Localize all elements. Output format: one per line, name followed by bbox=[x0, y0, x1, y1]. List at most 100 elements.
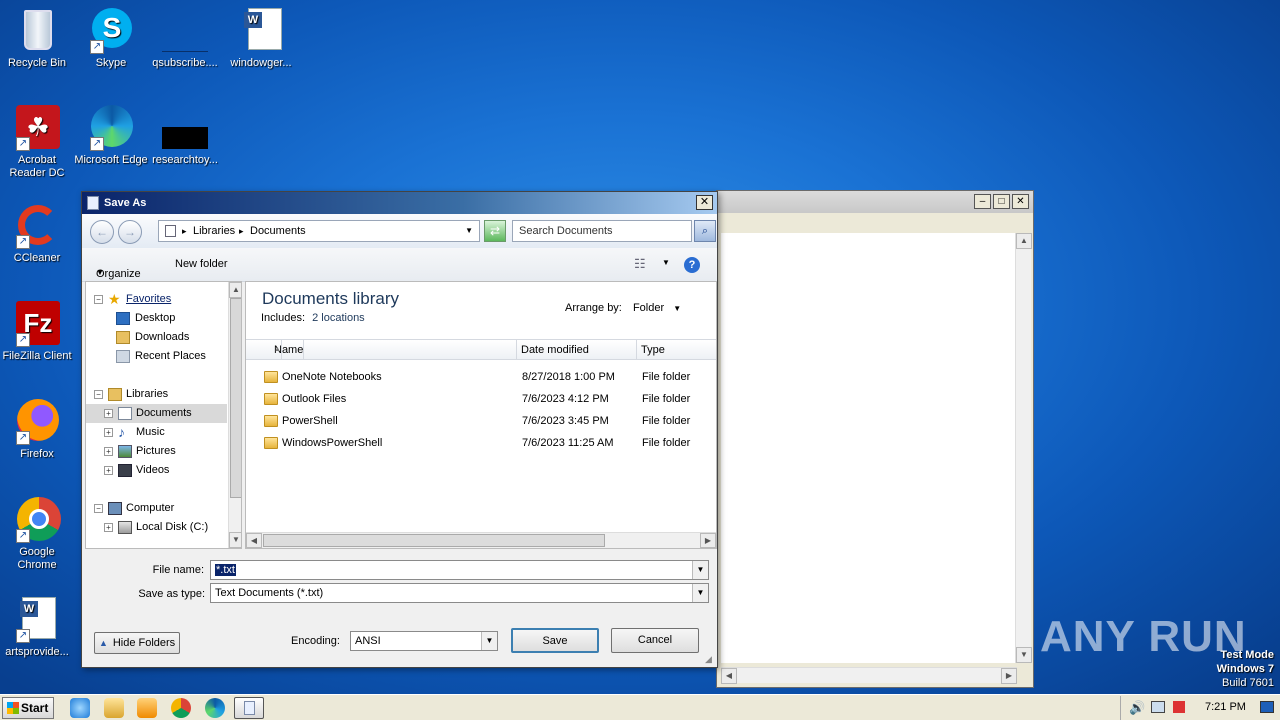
cancel-button[interactable]: Cancel bbox=[611, 628, 699, 653]
notepad-titlebar[interactable]: – □ ✕ bbox=[717, 191, 1033, 213]
tree-label: Videos bbox=[136, 464, 170, 476]
test-mode-line2: Windows 7 bbox=[1216, 663, 1274, 675]
file-row[interactable]: WindowsPowerShell 7/6/2023 11:25 AM File… bbox=[246, 433, 716, 453]
test-mode-line1: Test Mode bbox=[1220, 649, 1274, 661]
file-list-horizontal-scrollbar[interactable]: ◀ ▶ bbox=[246, 532, 716, 548]
close-button[interactable]: ✕ bbox=[696, 195, 713, 210]
chrome-shortcut[interactable]: ↗ Google Chrome bbox=[0, 497, 74, 572]
maximize-button[interactable]: □ bbox=[993, 194, 1010, 209]
file-explorer-icon[interactable] bbox=[104, 698, 124, 718]
computer-icon bbox=[108, 502, 122, 515]
start-button[interactable]: Start bbox=[2, 697, 54, 719]
dropdown-arrow-icon[interactable]: ▼ bbox=[692, 561, 708, 579]
scroll-left-icon[interactable]: ◀ bbox=[246, 533, 262, 548]
internet-explorer-icon[interactable] bbox=[70, 698, 90, 718]
refresh-icon: ⇄ bbox=[489, 224, 501, 238]
library-icon bbox=[165, 225, 176, 237]
close-button[interactable]: ✕ bbox=[1012, 194, 1029, 209]
scroll-left-icon[interactable]: ◀ bbox=[721, 668, 737, 684]
scroll-down-icon[interactable]: ▼ bbox=[229, 532, 241, 548]
file-row[interactable]: OneNote Notebooks 8/27/2018 1:00 PM File… bbox=[246, 367, 716, 387]
dropdown-arrow-icon[interactable]: ▼ bbox=[692, 584, 708, 602]
view-options-icon[interactable]: ☷ bbox=[634, 256, 646, 272]
hide-folders-button[interactable]: ▲ Hide Folders bbox=[94, 632, 180, 654]
tree-label: Documents bbox=[136, 407, 192, 419]
save-as-type-select[interactable]: Text Documents (*.txt) ▼ bbox=[210, 583, 709, 603]
tree-documents[interactable]: + Documents bbox=[86, 404, 227, 423]
file-name-input[interactable]: *.txt ▼ bbox=[210, 560, 709, 580]
address-dropdown-icon[interactable]: ▼ bbox=[465, 221, 473, 241]
qsubscribe-shortcut[interactable]: qsubscribe.... bbox=[148, 8, 222, 70]
address-bar[interactable]: ▸ Libraries ▸ Documents ▼ bbox=[158, 220, 480, 242]
encoding-select[interactable]: ANSI ▼ bbox=[350, 631, 498, 651]
scroll-up-icon[interactable]: ▲ bbox=[1016, 233, 1032, 249]
save-button[interactable]: Save bbox=[511, 628, 599, 653]
system-tray: 🔊 7:21 PM bbox=[1120, 696, 1280, 720]
breadcrumb-documents[interactable]: Documents bbox=[250, 221, 306, 241]
show-desktop-icon[interactable] bbox=[1260, 701, 1274, 713]
resize-grip-icon[interactable]: ◢ bbox=[705, 655, 715, 665]
collapse-icon[interactable]: − bbox=[94, 295, 103, 304]
notepad-text-area[interactable] bbox=[721, 233, 1017, 663]
clock[interactable]: 7:21 PM bbox=[1205, 701, 1246, 713]
shortcut-arrow-icon: ↗ bbox=[90, 137, 104, 151]
scroll-right-icon[interactable]: ▶ bbox=[700, 533, 716, 548]
recycle-bin-shortcut[interactable]: Recycle Bin bbox=[0, 8, 74, 70]
windowger-shortcut[interactable]: W windowger... bbox=[224, 8, 298, 70]
search-input[interactable]: Search Documents bbox=[512, 220, 692, 242]
expand-icon[interactable]: + bbox=[104, 409, 113, 418]
dialog-titlebar[interactable]: Save As ✕ bbox=[82, 192, 717, 214]
horizontal-scrollbar[interactable]: ◀ ▶ bbox=[721, 667, 1017, 684]
expand-icon[interactable]: + bbox=[104, 466, 113, 475]
new-folder-button[interactable]: New folder bbox=[175, 258, 228, 270]
column-name[interactable]: Name ▲ bbox=[246, 340, 517, 360]
edge-icon[interactable] bbox=[205, 698, 225, 718]
shortcut-arrow-icon: ↗ bbox=[16, 333, 30, 347]
collapse-icon[interactable]: − bbox=[94, 390, 103, 399]
edge-shortcut[interactable]: ↗ Microsoft Edge bbox=[74, 105, 148, 167]
dropdown-arrow-icon[interactable]: ▼ bbox=[481, 632, 497, 650]
breadcrumb-libraries[interactable]: Libraries bbox=[193, 221, 235, 241]
file-row[interactable]: PowerShell 7/6/2023 3:45 PM File folder bbox=[246, 411, 716, 431]
search-button[interactable]: ⌕ bbox=[694, 220, 716, 242]
scroll-thumb[interactable] bbox=[230, 298, 241, 498]
researchtoy-shortcut[interactable]: researchtoy... bbox=[148, 105, 222, 167]
network-icon[interactable] bbox=[1151, 701, 1165, 713]
forward-button[interactable]: → bbox=[118, 220, 142, 244]
column-date-modified[interactable]: Date modified bbox=[517, 340, 637, 360]
minimize-button[interactable]: – bbox=[974, 194, 991, 209]
skype-shortcut[interactable]: S ↗ Skype bbox=[74, 8, 148, 70]
scroll-thumb[interactable] bbox=[263, 534, 605, 547]
help-icon[interactable]: ? bbox=[684, 257, 700, 273]
scroll-up-icon[interactable]: ▲ bbox=[229, 282, 241, 298]
folder-icon bbox=[264, 437, 278, 449]
firefox-shortcut[interactable]: ↗ Firefox bbox=[0, 399, 74, 461]
scroll-down-icon[interactable]: ▼ bbox=[1016, 647, 1032, 663]
includes-link[interactable]: 2 locations bbox=[312, 312, 365, 324]
ccleaner-shortcut[interactable]: ↗ CCleaner bbox=[0, 203, 74, 265]
notepad-taskbar-button[interactable] bbox=[234, 697, 264, 719]
navigation-pane-scrollbar[interactable]: ▲ ▼ bbox=[228, 282, 241, 548]
expand-icon[interactable]: + bbox=[104, 447, 113, 456]
collapse-icon[interactable]: − bbox=[94, 504, 103, 513]
column-type[interactable]: Type bbox=[637, 340, 716, 360]
scroll-right-icon[interactable]: ▶ bbox=[1001, 668, 1017, 684]
desktop-icon-label: Acrobat Reader DC bbox=[9, 154, 65, 179]
pictures-icon bbox=[118, 445, 132, 458]
acrobat-shortcut[interactable]: ☘ ↗ Acrobat Reader DC bbox=[0, 105, 74, 180]
filezilla-shortcut[interactable]: Fz ↗ FileZilla Client bbox=[0, 301, 74, 363]
expand-icon[interactable]: + bbox=[104, 428, 113, 437]
chrome-icon: ↗ bbox=[14, 497, 61, 543]
file-row[interactable]: Outlook Files 7/6/2023 4:12 PM File fold… bbox=[246, 389, 716, 409]
flag-icon[interactable] bbox=[1173, 701, 1185, 713]
volume-icon[interactable]: 🔊 bbox=[1129, 700, 1145, 716]
back-button[interactable]: ← bbox=[90, 220, 114, 244]
view-dropdown-icon[interactable]: ▼ bbox=[662, 258, 670, 267]
media-player-icon[interactable] bbox=[137, 698, 157, 718]
refresh-button[interactable]: ⇄ bbox=[484, 220, 506, 242]
artsprovide-shortcut[interactable]: W ↗ artsprovide... bbox=[0, 597, 74, 659]
chrome-icon[interactable] bbox=[171, 698, 191, 718]
arrange-by-control[interactable]: Arrange by: Folder ▼ bbox=[565, 302, 681, 314]
vertical-scrollbar[interactable]: ▲ ▼ bbox=[1015, 233, 1032, 663]
expand-icon[interactable]: + bbox=[104, 523, 113, 532]
